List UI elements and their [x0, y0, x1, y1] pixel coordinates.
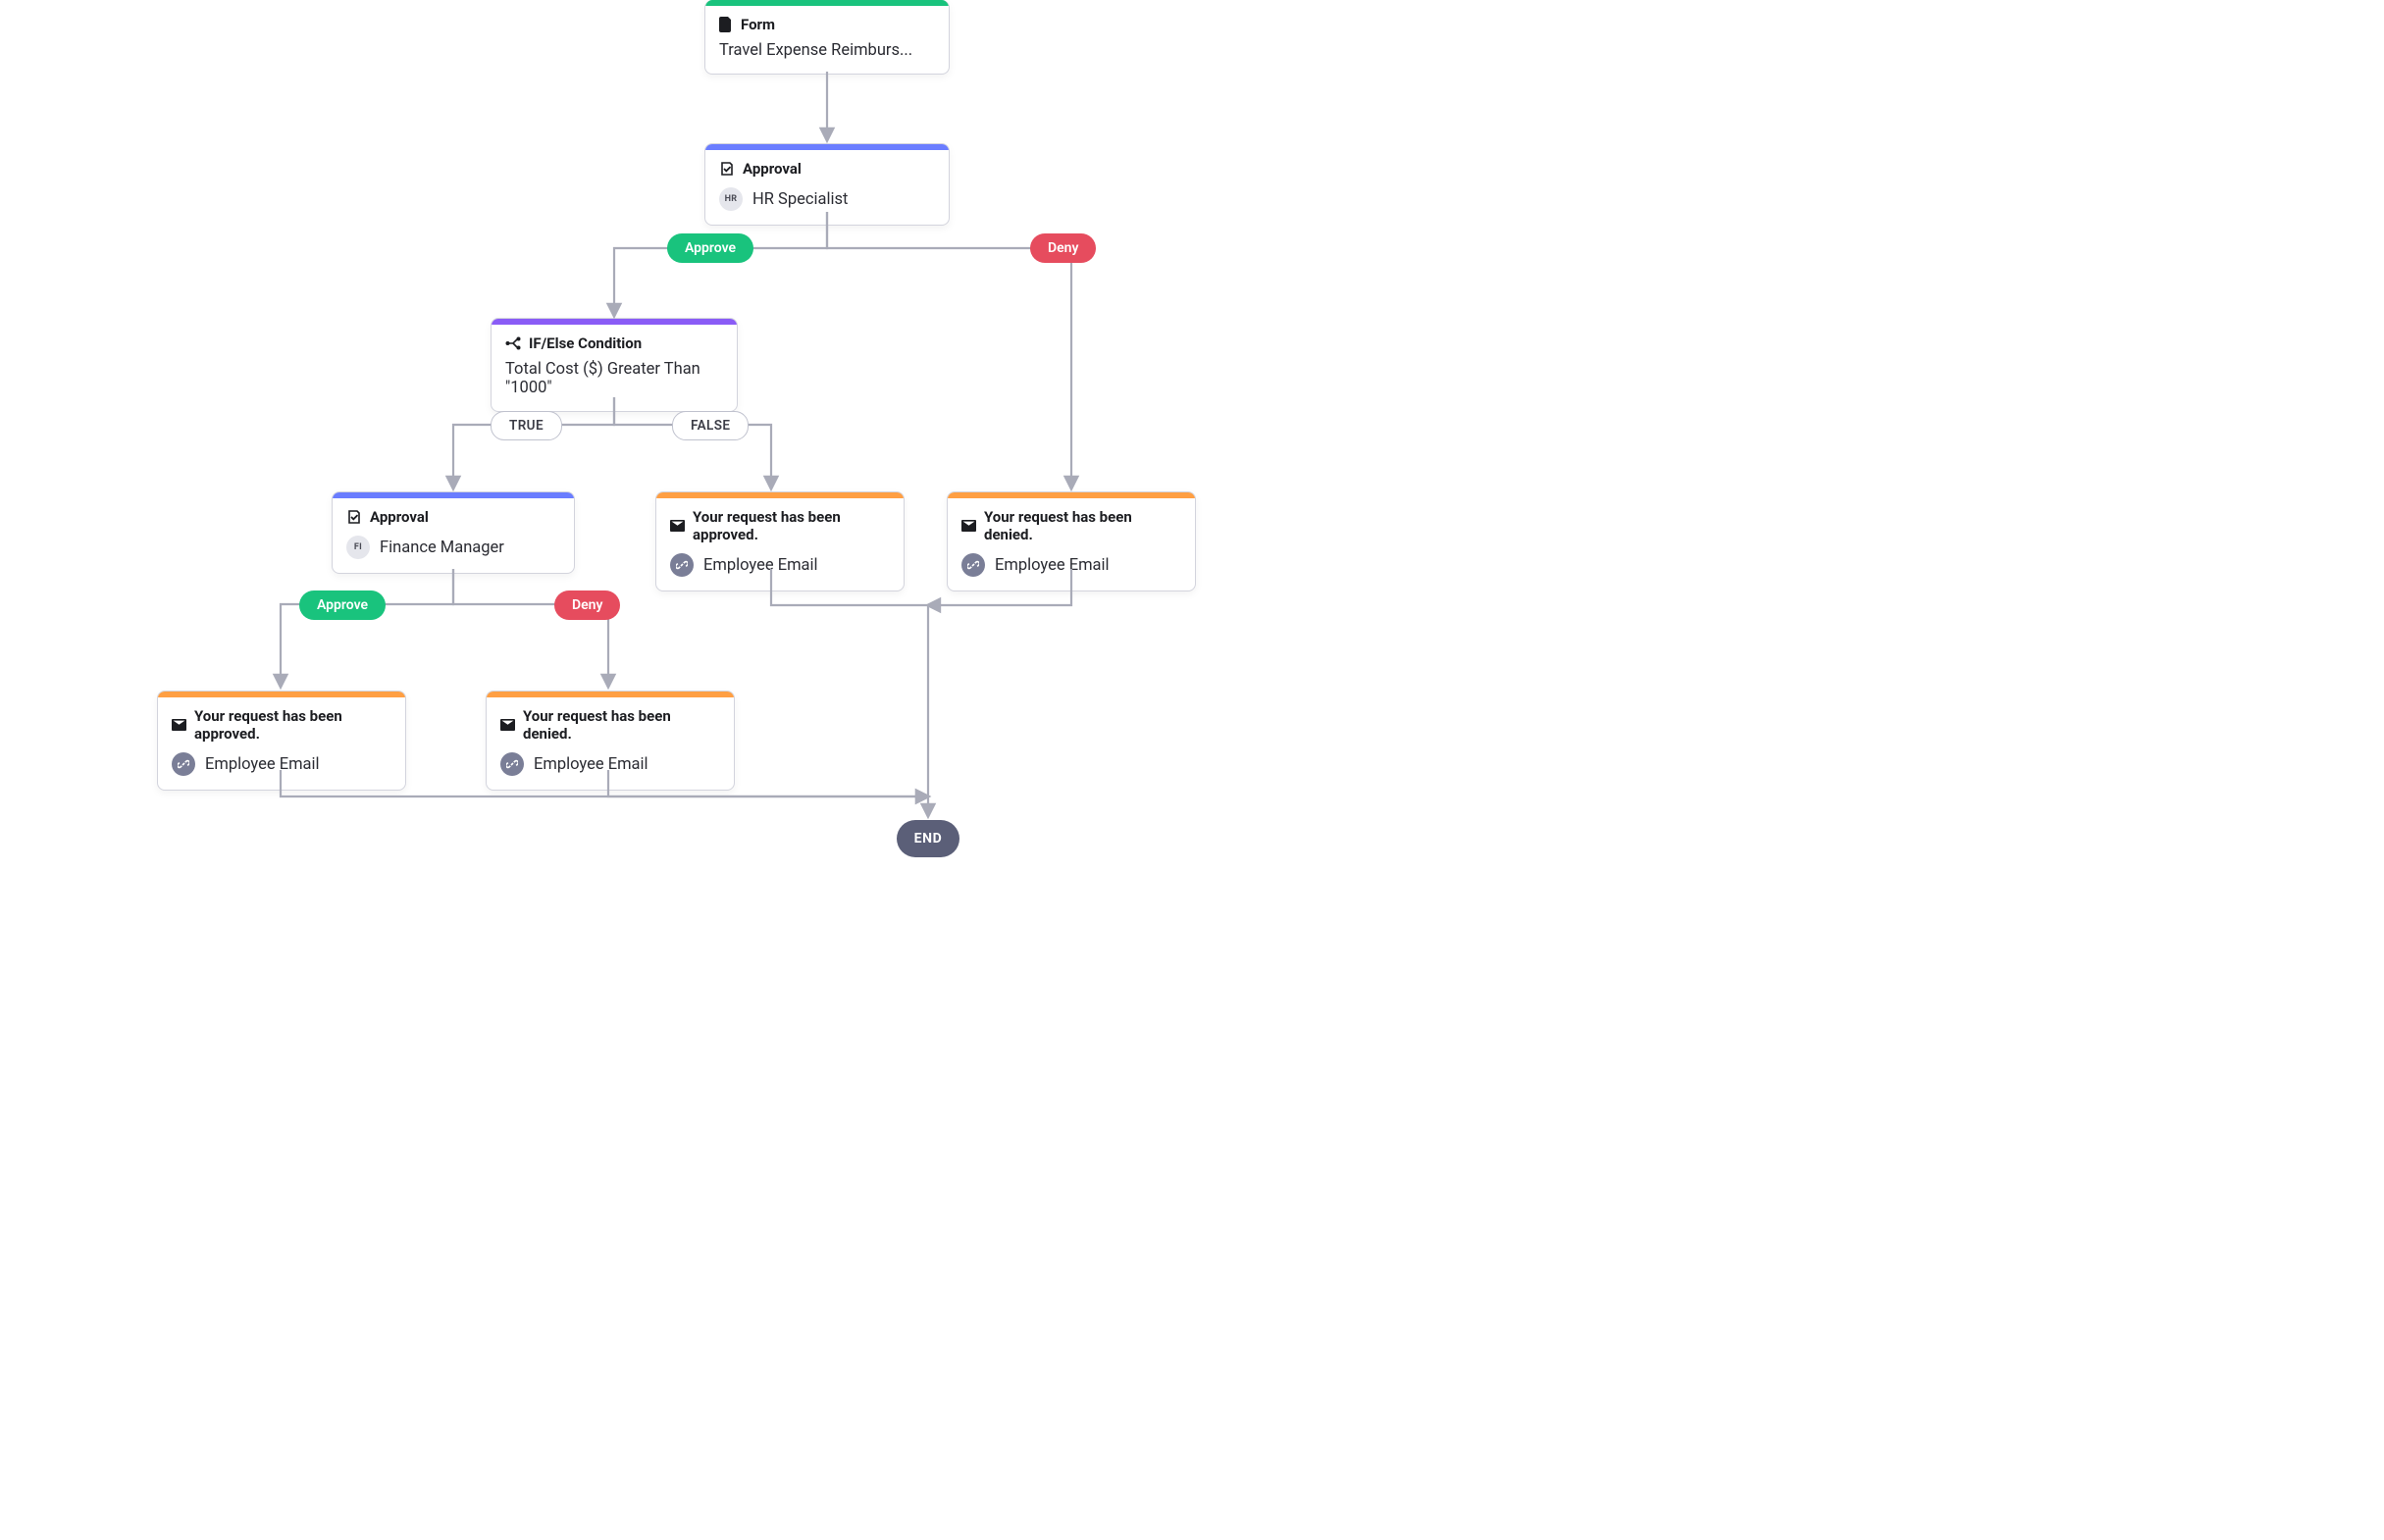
branch-false[interactable]: FALSE — [672, 411, 749, 440]
branch-deny[interactable]: Deny — [1030, 233, 1096, 263]
branch-true[interactable]: TRUE — [491, 411, 562, 440]
branch-deny[interactable]: Deny — [554, 590, 620, 620]
branch-approve[interactable]: Approve — [299, 590, 386, 620]
branch-approve[interactable]: Approve — [667, 233, 753, 263]
node-end[interactable]: END — [897, 820, 959, 857]
